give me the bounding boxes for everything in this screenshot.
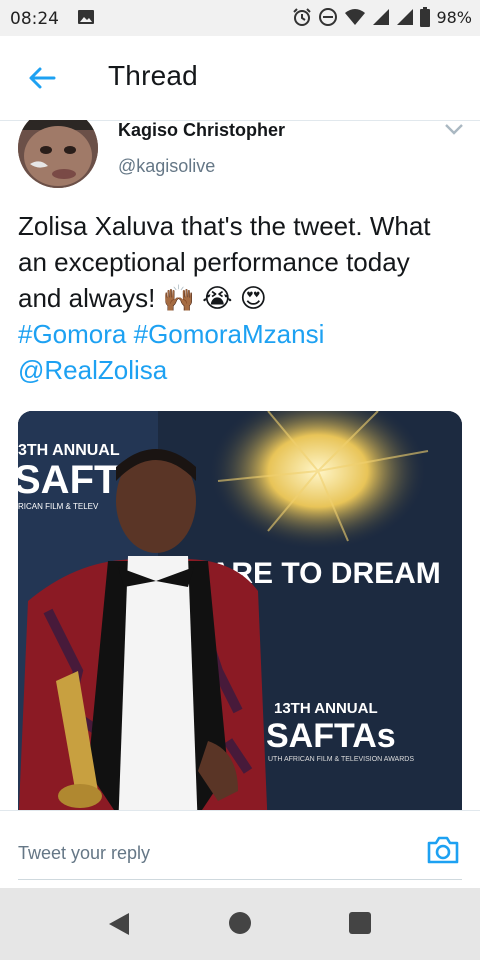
reply-underline xyxy=(18,879,462,880)
tweet: Kagiso Christopher @kagisolive Zolisa Xa… xyxy=(0,120,480,810)
mention-line: @RealZolisa xyxy=(18,352,468,388)
status-bar: 08:24 98% xyxy=(0,0,480,36)
tweet-text-line: and always! 🙌🏾 😭 😍 xyxy=(18,280,468,316)
dnd-icon xyxy=(319,8,338,26)
banner-right-text: SAFTAs xyxy=(266,717,396,755)
author-name[interactable]: Kagiso Christopher xyxy=(118,120,285,141)
camera-icon[interactable] xyxy=(426,835,460,865)
back-arrow-icon[interactable] xyxy=(26,62,58,94)
signal-icon xyxy=(373,9,390,25)
banner-left-year: 3TH ANNUAL xyxy=(18,442,120,459)
tweet-text-line: an exceptional performance today xyxy=(18,247,410,277)
mention-link[interactable]: @RealZolisa xyxy=(18,355,167,385)
nav-home-icon[interactable] xyxy=(229,912,251,934)
status-time: 08:24 xyxy=(10,9,59,29)
signal-icon xyxy=(397,9,414,25)
banner-right-sub: UTH AFRICAN FILM & TELEVISION AWARDS xyxy=(268,756,414,763)
hashtag-link[interactable]: #GomoraMzansi xyxy=(134,319,325,349)
hashtag-link[interactable]: #Gomora xyxy=(18,319,126,349)
battery-percent: 98% xyxy=(436,7,472,27)
banner-right-year: 13TH ANNUAL xyxy=(274,700,378,717)
banner-left-sub: RICAN FILM & TELEV xyxy=(18,502,99,511)
nav-recents-icon[interactable] xyxy=(349,912,371,934)
battery-icon xyxy=(420,7,431,27)
tweet-photo[interactable]: 3TH ANNUAL SAFT RICAN FILM & TELEV DARE … xyxy=(18,411,462,810)
chevron-down-icon[interactable] xyxy=(444,122,464,136)
tweet-text-fragment: and always! xyxy=(18,283,163,313)
tweet-text-line: Zolisa Xaluva that's the tweet. What xyxy=(18,211,431,241)
reply-input[interactable]: Tweet your reply xyxy=(18,843,150,864)
reply-bar: Tweet your reply xyxy=(0,810,480,889)
author-handle[interactable]: @kagisolive xyxy=(118,156,215,177)
page-title: Thread xyxy=(108,60,198,91)
wifi-icon xyxy=(345,9,366,25)
banner-left-text: SAFT xyxy=(18,458,118,502)
tweet-text: Zolisa Xaluva that's the tweet. What an … xyxy=(18,208,468,388)
gallery-icon xyxy=(78,10,94,24)
avatar[interactable] xyxy=(18,120,98,188)
alarm-icon xyxy=(293,8,312,26)
system-nav-bar xyxy=(0,888,480,960)
nav-back-icon[interactable] xyxy=(107,912,131,936)
status-icons: 98% xyxy=(292,7,472,27)
app-bar: Thread xyxy=(0,36,480,121)
hashtag-line: #Gomora #GomoraMzansi xyxy=(18,316,468,352)
emoji-group: 🙌🏾 😭 😍 xyxy=(162,283,267,313)
